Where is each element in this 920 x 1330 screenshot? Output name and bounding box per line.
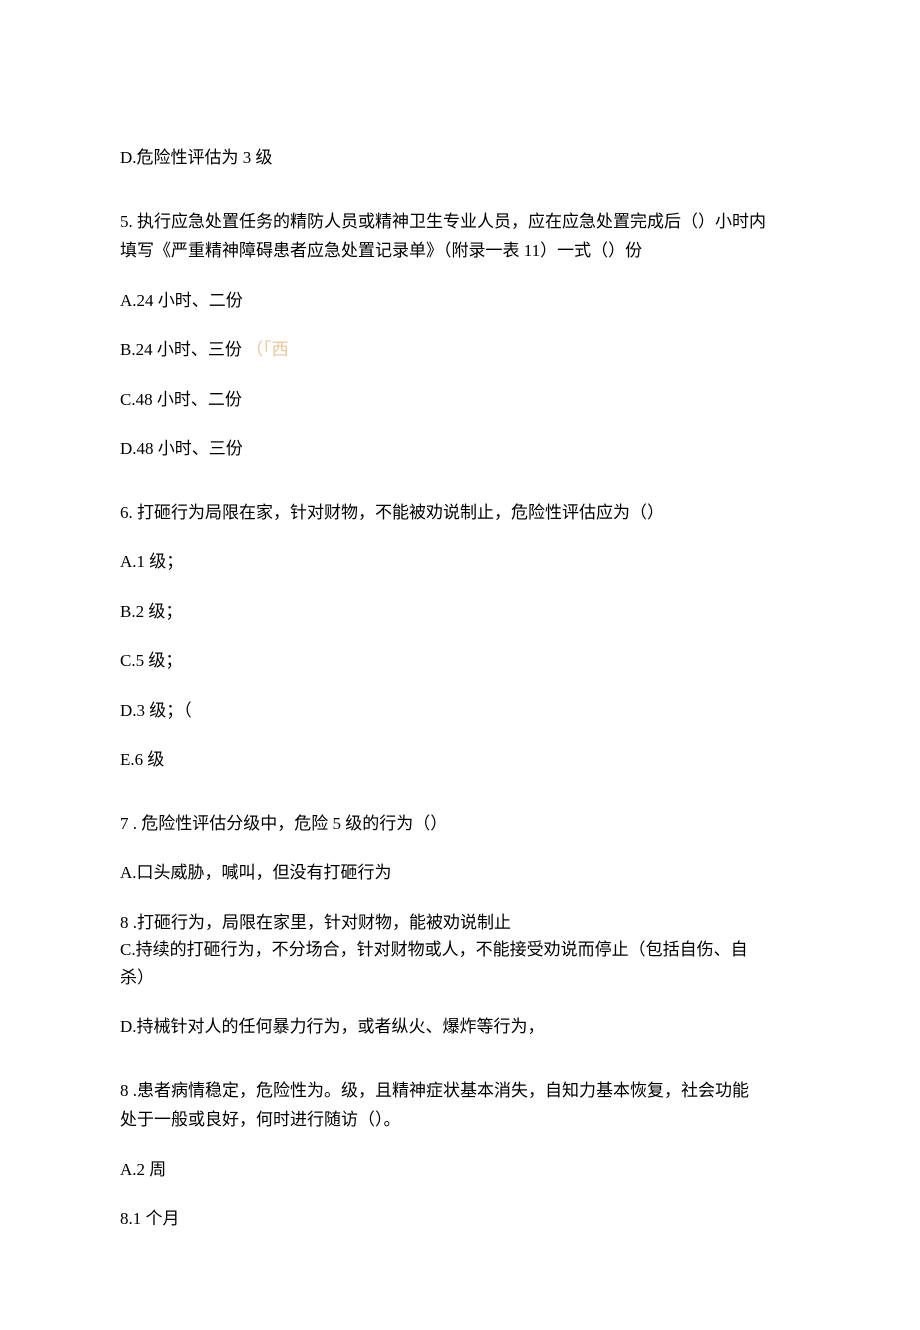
q8-option-b: 8.1 个月 [120,1206,800,1232]
q5-option-c: C.48 小时、二份 [120,387,800,413]
q7-option-b: 8 .打砸行为，局限在家里，针对财物，能被劝说制止 [120,910,800,936]
question-7: 7 . 危险性评估分级中，危险 5 级的行为（） A.口头威胁，喊叫，但没有打砸… [120,811,800,1040]
q6-option-c: C.5 级； [120,648,800,674]
q6-option-a: A.1 级； [120,549,800,575]
q6-option-b: B.2 级； [120,599,800,625]
question-6: 6. 打砸行为局限在家，针对财物，不能被劝说制止，危险性评估应为（） A.1 级… [120,500,800,773]
q5-option-d: D.48 小时、三份 [120,436,800,462]
q5-stem-line2: 填写《严重精神障碍患者应急处置记录单》（附录一表 11）一式（）份 [120,238,800,264]
q6-stem: 6. 打砸行为局限在家，针对财物，不能被劝说制止，危险性评估应为（） [120,500,800,526]
question-4-partial: D.危险性评估为 3 级 [120,145,800,171]
q7-option-c-line1: C.持续的打砸行为，不分场合，针对财物或人，不能接受劝说而停止（包括自伤、自 [120,937,800,963]
q5-option-b: B.24 小时、三份 （「西 [120,337,800,363]
q7-option-d: D.持械针对人的任何暴力行为，或者纵火、爆炸等行为， [120,1014,800,1040]
q5-stem-line1: 5. 执行应急处置任务的精防人员或精神卫生专业人员，应在应急处置完成后（）小时内 [120,209,800,235]
q6-option-e: E.6 级 [120,747,800,773]
q8-option-a: A.2 周 [120,1157,800,1183]
question-5: 5. 执行应急处置任务的精防人员或精神卫生专业人员，应在应急处置完成后（）小时内… [120,209,800,462]
q6-option-d: D.3 级；（ [120,698,800,724]
q5-option-a: A.24 小时、二份 [120,288,800,314]
q5-option-b-faded: （「西 [246,340,289,359]
q4-option-d: D.危险性评估为 3 级 [120,145,800,171]
q8-stem-line1: 8 .患者病情稳定，危险性为。级，且精神症状基本消失，自知力基本恢复，社会功能 [120,1078,800,1104]
question-8: 8 .患者病情稳定，危险性为。级，且精神症状基本消失，自知力基本恢复，社会功能 … [120,1078,800,1232]
q5-option-b-text: B.24 小时、三份 [120,340,242,359]
document-page: D.危险性评估为 3 级 5. 执行应急处置任务的精防人员或精神卫生专业人员，应… [0,0,920,1330]
q7-stem: 7 . 危险性评估分级中，危险 5 级的行为（） [120,811,800,837]
q8-stem-line2: 处于一般或良好，何时进行随访（）。 [120,1107,800,1133]
q7-option-c-line2: 杀） [120,965,800,991]
q7-option-a: A.口头威胁，喊叫，但没有打砸行为 [120,860,800,886]
